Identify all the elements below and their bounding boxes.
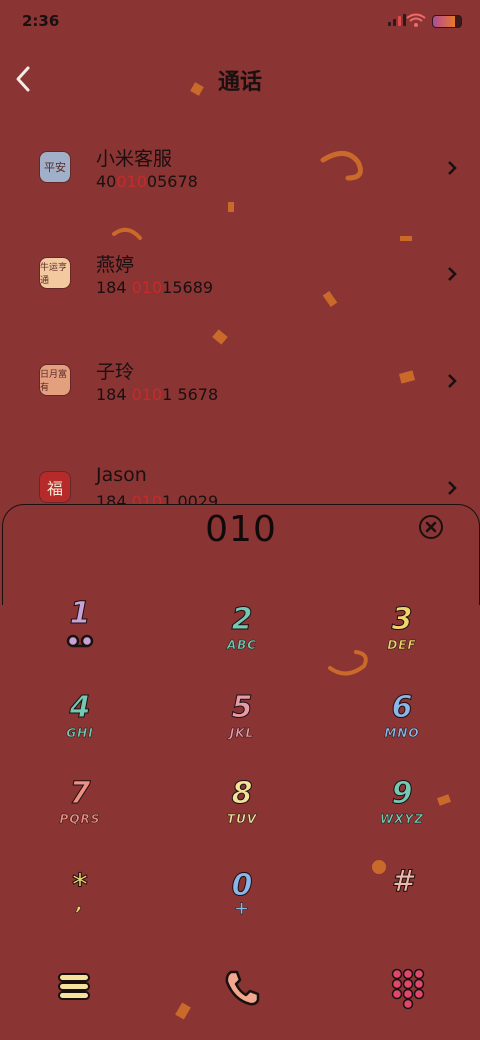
contact-name: 燕婷: [96, 254, 135, 276]
key-letters: +: [233, 898, 251, 920]
chevron-right-icon[interactable]: [446, 160, 458, 176]
bottom-bar: [0, 960, 480, 1020]
key-letters: GHI: [66, 726, 94, 741]
key-letters: WXYZ: [380, 812, 424, 827]
chevron-right-icon[interactable]: [446, 266, 458, 282]
keypad-toggle-button[interactable]: [390, 968, 430, 1010]
avatar: 福: [40, 472, 70, 502]
key-digit: 8: [231, 776, 253, 811]
key-digit: 1: [69, 596, 91, 631]
chevron-right-icon[interactable]: [446, 480, 458, 496]
avatar: 牛运亨通: [40, 258, 70, 288]
key-2[interactable]: 2 ABC: [172, 602, 312, 684]
status-bar: 2:36: [0, 0, 480, 44]
list-item[interactable]: 平安 小米客服 4001005678: [0, 126, 480, 206]
key-1[interactable]: 1: [10, 596, 150, 678]
avatar: 平安: [40, 152, 70, 182]
key-digit: 5: [231, 690, 253, 725]
contact-number: 184 0101 5678: [96, 385, 219, 404]
key-4[interactable]: 4 GHI: [10, 690, 150, 772]
contact-number: 4001005678: [96, 172, 198, 191]
contact-name: 小米客服: [96, 148, 173, 170]
call-button[interactable]: [222, 968, 262, 1008]
dialed-number: 010: [205, 509, 277, 550]
key-digit: 3: [391, 602, 413, 637]
key-hash[interactable]: #: [332, 864, 472, 946]
list-item[interactable]: 日月富有 子玲 184 0101 5678: [0, 339, 480, 419]
menu-icon: [58, 973, 90, 1000]
phone-icon: [225, 970, 260, 1006]
menu-button[interactable]: [56, 968, 96, 1008]
header: 通话: [0, 58, 480, 102]
key-8[interactable]: 8 TUV: [172, 776, 312, 858]
chevron-right-icon[interactable]: [446, 373, 458, 389]
dial-panel: 010: [2, 504, 480, 605]
wifi-icon: [406, 13, 426, 27]
key-digit: 4: [69, 690, 91, 725]
keypad-icon: [391, 968, 425, 1010]
key-6[interactable]: 6 MNO: [332, 690, 472, 772]
key-digit: 2: [231, 602, 253, 637]
key-7[interactable]: 7 PQRS: [10, 776, 150, 858]
key-0[interactable]: 0 +: [172, 869, 312, 950]
key-star[interactable]: * ,: [10, 869, 150, 950]
signal-icon: [388, 14, 406, 26]
close-icon: [425, 521, 437, 533]
key-letters: PQRS: [59, 812, 101, 827]
key-5[interactable]: 5 JKL: [172, 690, 312, 772]
page-title: 通话: [217, 70, 262, 95]
contact-name: Jason: [96, 464, 147, 486]
clear-button[interactable]: [419, 515, 443, 539]
key-letters: JKL: [229, 726, 255, 741]
key-digit: 6: [391, 690, 413, 725]
key-letters: ,: [76, 894, 84, 916]
key-digit: 7: [69, 776, 91, 811]
battery-icon: [432, 15, 462, 28]
key-letters: DEF: [387, 638, 417, 653]
key-digit: 9: [391, 776, 413, 811]
key-9[interactable]: 9 WXYZ: [332, 776, 472, 858]
key-letters: MNO: [384, 726, 420, 741]
status-time: 2:36: [22, 12, 60, 30]
key-3[interactable]: 3 DEF: [332, 602, 472, 684]
key-letters: TUV: [226, 812, 258, 827]
contact-name: 子玲: [96, 361, 135, 383]
list-item[interactable]: 牛运亨通 燕婷 184 01015689: [0, 232, 480, 312]
key-letters: ABC: [226, 638, 258, 653]
contact-number: 184 01015689: [96, 278, 214, 297]
voicemail-icon: [66, 634, 94, 648]
avatar: 日月富有: [40, 365, 70, 395]
key-digit: #: [391, 864, 413, 899]
